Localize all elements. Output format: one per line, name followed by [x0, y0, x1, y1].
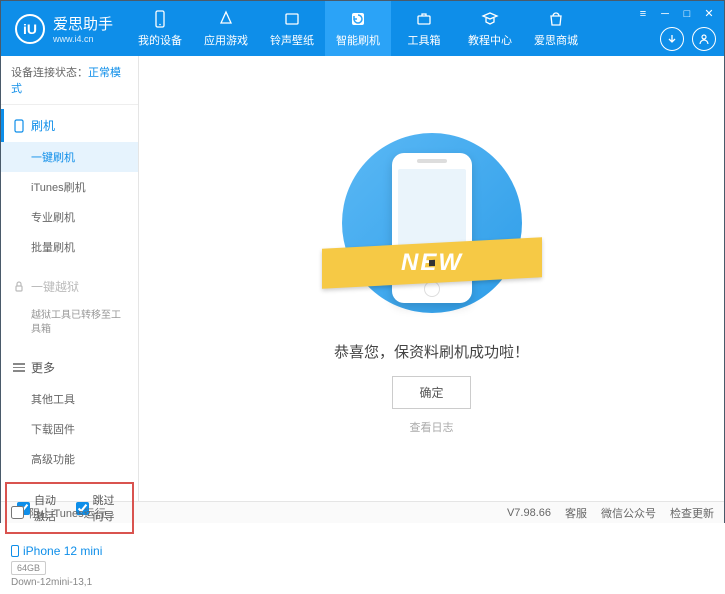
sidebar-item-other-tools[interactable]: 其他工具 [1, 384, 138, 414]
phone-icon [150, 9, 170, 29]
nav-toolbox[interactable]: 工具箱 [391, 1, 457, 56]
nav-smart-flash[interactable]: 智能刷机 [325, 1, 391, 56]
sidebar-item-advanced[interactable]: 高级功能 [1, 444, 138, 474]
flash-icon [348, 9, 368, 29]
sidebar-section-more[interactable]: 更多 [1, 351, 138, 384]
wallpaper-icon [282, 9, 302, 29]
maximize-button[interactable]: □ [680, 7, 694, 21]
nav-label: 爱思商城 [534, 32, 578, 48]
sidebar-item-download-firmware[interactable]: 下载固件 [1, 414, 138, 444]
sidebar-item-oneclick-flash[interactable]: 一键刷机 [1, 142, 138, 172]
section-title: 一键越狱 [31, 278, 79, 295]
device-name: iPhone 12 mini [11, 544, 128, 558]
nav-label: 智能刷机 [336, 32, 380, 48]
sidebar-item-itunes-flash[interactable]: iTunes刷机 [1, 172, 138, 202]
sidebar-section-flash[interactable]: 刷机 [1, 109, 138, 142]
view-log-link[interactable]: 查看日志 [410, 419, 454, 435]
wechat-link[interactable]: 微信公众号 [601, 505, 656, 521]
conn-label: 设备连接状态： [11, 67, 88, 79]
nav-apps-games[interactable]: 应用游戏 [193, 1, 259, 56]
device-storage: 64GB [11, 561, 46, 575]
phone-mini-icon [13, 119, 25, 133]
nav-label: 铃声壁纸 [270, 32, 314, 48]
ok-button[interactable]: 确定 [392, 376, 470, 409]
apps-icon [216, 9, 236, 29]
window-controls: ≡ ─ □ ✕ [636, 7, 724, 51]
nav-label: 工具箱 [408, 32, 441, 48]
tutorial-icon [480, 9, 500, 29]
ribbon-text: NEW [401, 249, 463, 277]
titlebar: iU 爱思助手 www.i4.cn 我的设备 应用游戏 铃声壁纸 智能刷机 工具… [1, 1, 724, 56]
section-title: 刷机 [31, 117, 55, 134]
download-button[interactable] [660, 27, 684, 51]
app-name: 爱思助手 [53, 13, 113, 34]
close-button[interactable]: ✕ [702, 7, 716, 21]
device-model: Down-12mini-13,1 [11, 577, 128, 588]
sidebar-item-pro-flash[interactable]: 专业刷机 [1, 202, 138, 232]
block-itunes-checkbox[interactable]: 阻止iTunes运行 [11, 505, 106, 521]
sidebar-item-batch-flash[interactable]: 批量刷机 [1, 232, 138, 262]
check-update-link[interactable]: 检查更新 [670, 505, 714, 521]
nav-label: 教程中心 [468, 32, 512, 48]
nav-label: 我的设备 [138, 32, 182, 48]
main-content: NEW 恭喜您，保资料刷机成功啦！ 确定 查看日志 [139, 56, 724, 501]
success-message: 恭喜您，保资料刷机成功啦！ [334, 341, 529, 362]
lock-icon [13, 281, 25, 293]
hamburger-icon [13, 363, 25, 372]
sidebar-section-jailbreak[interactable]: 一键越狱 [1, 270, 138, 303]
user-button[interactable] [692, 27, 716, 51]
section-title: 更多 [31, 359, 55, 376]
menu-icon[interactable]: ≡ [636, 7, 650, 21]
nav-store[interactable]: 爱思商城 [523, 1, 589, 56]
app-url: www.i4.cn [53, 34, 113, 44]
phone-mini-icon [11, 545, 19, 557]
version-label: V7.98.66 [507, 507, 551, 519]
logo-icon: iU [15, 14, 45, 44]
toolbox-icon [414, 9, 434, 29]
nav-label: 应用游戏 [204, 32, 248, 48]
jailbreak-note: 越狱工具已转移至工具箱 [1, 303, 138, 343]
logo-area: iU 爱思助手 www.i4.cn [1, 13, 127, 44]
checkbox-label: 阻止iTunes运行 [29, 505, 106, 521]
top-nav: 我的设备 应用游戏 铃声壁纸 智能刷机 工具箱 教程中心 爱思商城 [127, 1, 636, 56]
sidebar: 设备连接状态：正常模式 刷机 一键刷机 iTunes刷机 专业刷机 批量刷机 一… [1, 56, 139, 501]
minimize-button[interactable]: ─ [658, 7, 672, 21]
device-info[interactable]: iPhone 12 mini 64GB Down-12mini-13,1 [1, 538, 138, 594]
success-illustration: NEW [332, 123, 532, 323]
service-link[interactable]: 客服 [565, 505, 587, 521]
store-icon [546, 9, 566, 29]
nav-my-device[interactable]: 我的设备 [127, 1, 193, 56]
connection-status: 设备连接状态：正常模式 [1, 56, 138, 105]
nav-tutorials[interactable]: 教程中心 [457, 1, 523, 56]
nav-ringtone-wallpaper[interactable]: 铃声壁纸 [259, 1, 325, 56]
